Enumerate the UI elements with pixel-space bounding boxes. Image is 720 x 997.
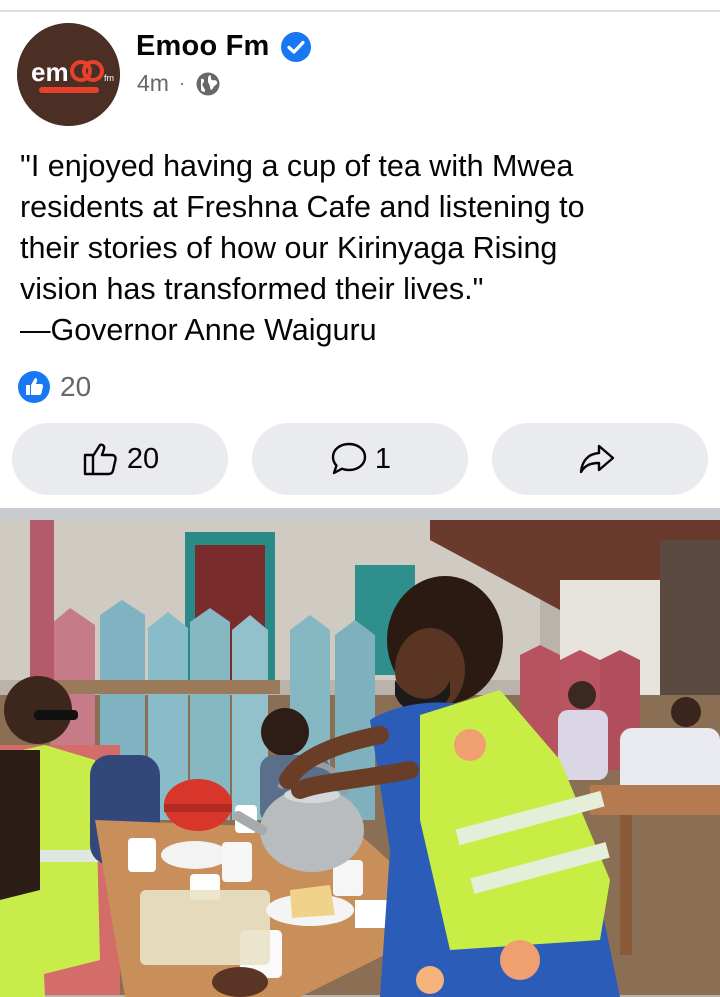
share-button[interactable] <box>492 423 708 495</box>
emoo-logo: em fm <box>17 23 120 126</box>
post-text-line: residents at Freshna Cafe and listening … <box>20 190 585 224</box>
like-reaction-icon <box>18 371 50 403</box>
svg-text:fm: fm <box>104 73 114 83</box>
like-count: 20 <box>126 442 160 475</box>
feed-separator <box>0 508 720 520</box>
thumbs-up-icon <box>83 443 117 476</box>
top-divider <box>0 10 720 12</box>
page-avatar[interactable]: em fm <box>17 23 120 126</box>
comment-count: 1 <box>374 442 392 475</box>
reaction-summary[interactable]: 20 <box>17 370 91 404</box>
post-meta: 4m · <box>137 70 221 97</box>
reaction-count: 20 <box>60 371 92 402</box>
post-timestamp[interactable]: 4m <box>137 70 169 97</box>
action-bar: 20 1 <box>12 423 708 495</box>
post-text-line: —Governor Anne Waiguru <box>20 313 377 347</box>
verified-badge-icon <box>280 31 311 62</box>
page-header: Emoo Fm <box>136 30 312 63</box>
page-name[interactable]: Emoo Fm <box>136 30 270 63</box>
meta-separator: · <box>178 73 185 93</box>
cafe-scene-image <box>0 520 720 997</box>
comment-bubble-icon <box>331 442 367 475</box>
share-arrow-icon <box>579 444 615 474</box>
post-text-line: vision has transformed their lives." <box>20 272 484 306</box>
post-text-line: "I enjoyed having a cup of tea with Mwea <box>20 149 574 183</box>
post-text-line: their stories of how our Kirinyaga Risin… <box>20 231 558 265</box>
svg-text:em: em <box>31 57 69 87</box>
post-photo[interactable] <box>0 520 720 997</box>
like-button[interactable]: 20 <box>12 423 228 495</box>
post-text: "I enjoyed having a cup of tea with Mwea… <box>20 146 710 351</box>
comment-button[interactable]: 1 <box>252 423 468 495</box>
globe-icon <box>196 72 220 95</box>
